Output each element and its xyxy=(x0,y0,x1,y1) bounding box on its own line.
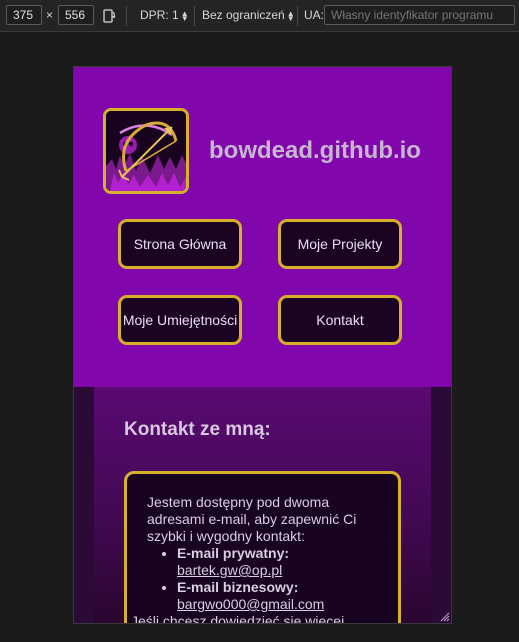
throttle-select[interactable]: Bez ograniczeń ▲ ▼ xyxy=(202,8,295,22)
resize-handle-icon[interactable] xyxy=(438,610,450,622)
rotate-device-icon[interactable] xyxy=(102,8,116,24)
nav-button-contact[interactable]: Kontakt xyxy=(278,295,402,345)
device-viewport: bowdead.github.io Strona Główna Moje Pro… xyxy=(74,67,451,623)
viewport-height-input[interactable] xyxy=(58,5,94,25)
email-link-private[interactable]: bartek.gw@op.pl xyxy=(177,562,282,578)
nav-button-projects[interactable]: Moje Projekty xyxy=(278,219,402,269)
site-logo[interactable] xyxy=(103,108,189,194)
viewport-width-input[interactable] xyxy=(6,5,42,25)
toolbar-separator xyxy=(194,6,195,26)
contact-outro: Jeśli chcesz dowiedzieć się więcej xyxy=(131,613,345,623)
nav-button-home[interactable]: Strona Główna xyxy=(118,219,242,269)
toolbar-separator xyxy=(297,6,298,26)
responsive-toolbar: × DPR: 1▲▼ Bez ograniczeń▲▼ UA: xyxy=(0,0,519,32)
bow-skull-logo-icon xyxy=(106,111,186,191)
list-item: E-mail prywatny: bartek.gw@op.pl xyxy=(177,545,378,579)
email-link-business[interactable]: bargwo000@gmail.com xyxy=(177,596,324,612)
ua-label: UA: xyxy=(304,8,325,22)
email-list: E-mail prywatny: bartek.gw@op.pl E-mail … xyxy=(147,545,378,613)
site-title[interactable]: bowdead.github.io xyxy=(209,137,421,165)
contact-section: Kontakt ze mną: Jestem dostępny pod dwom… xyxy=(94,387,431,623)
throttle-updown-icon: ▲ ▼ xyxy=(286,8,295,23)
site-header: bowdead.github.io Strona Główna Moje Pro… xyxy=(74,67,451,387)
dpr-updown-icon: ▲ ▼ xyxy=(180,8,189,23)
contact-card: Jestem dostępny pod dwoma adresami e-mai… xyxy=(124,471,401,623)
contact-heading: Kontakt ze mną: xyxy=(124,419,271,440)
dimension-separator: × xyxy=(46,8,54,22)
email-label-business: E-mail biznesowy: xyxy=(177,579,299,595)
nav-button-skills[interactable]: Moje Umiejętności xyxy=(118,295,242,345)
user-agent-input[interactable] xyxy=(324,5,515,25)
toolbar-separator xyxy=(126,6,127,26)
list-item: E-mail biznesowy: bargwo000@gmail.com xyxy=(177,579,378,613)
dpr-select[interactable]: DPR: 1 ▲ ▼ xyxy=(140,8,189,22)
email-label-private: E-mail prywatny: xyxy=(177,545,290,561)
contact-intro: Jestem dostępny pod dwoma adresami e-mai… xyxy=(147,494,357,544)
